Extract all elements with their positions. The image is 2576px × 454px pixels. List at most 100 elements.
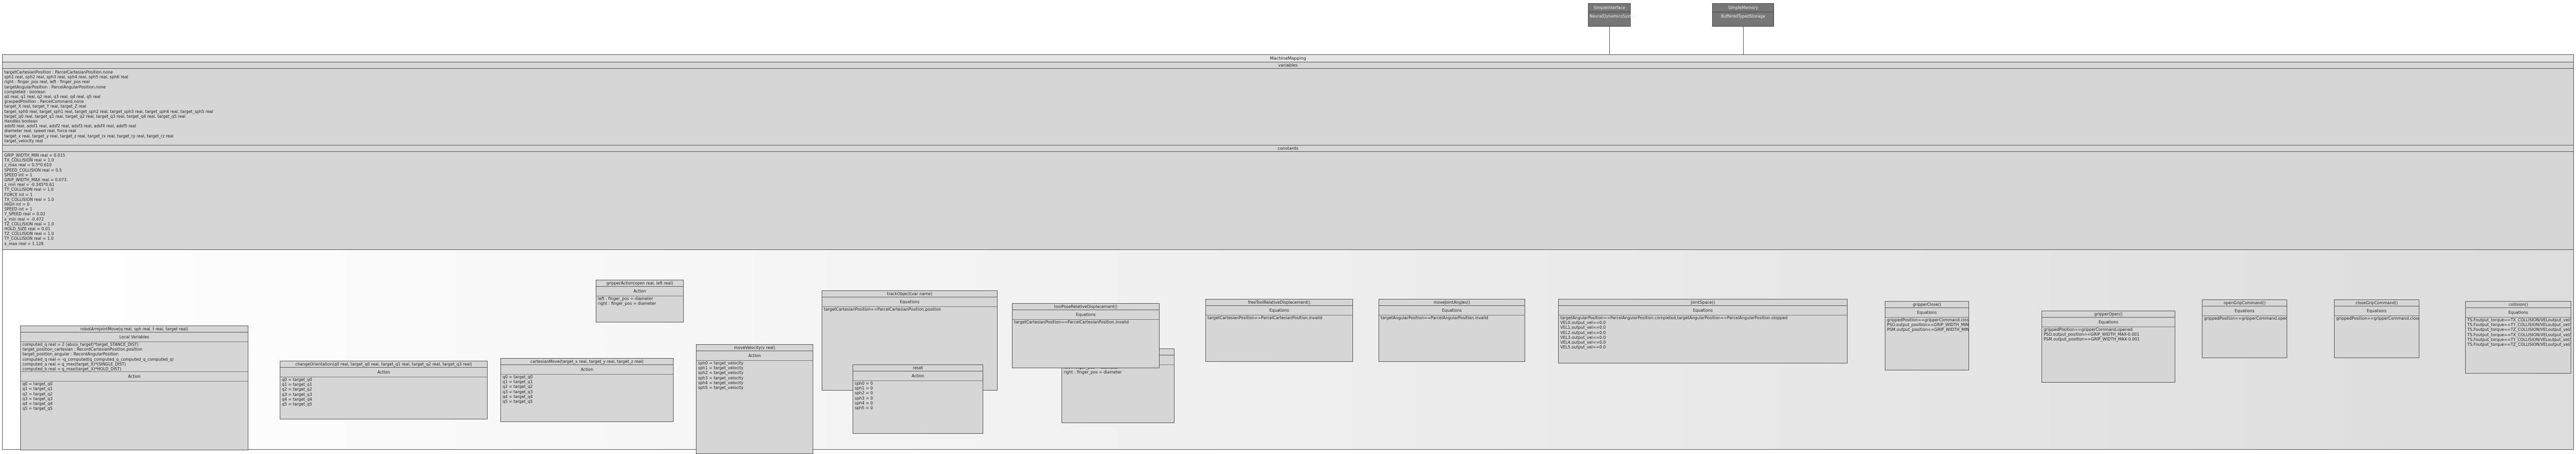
operation-box: gripperClose() Equations grippedPosition==… bbox=[1885, 301, 1969, 370]
operation-section-label: Action bbox=[21, 371, 248, 382]
declaration-line: right : finger_pos real, left : finger_p… bbox=[4, 79, 90, 85]
declaration-line: GRIP_WIDTH_MIN real = 0.015 bbox=[4, 153, 66, 158]
operation-line: sph2 = target_velocity bbox=[698, 370, 744, 376]
declaration-line: target_X real, target_Y real, target_Z r… bbox=[4, 104, 86, 109]
operation-box: moveVelocity(v real) Action sph0 = target_… bbox=[696, 344, 813, 454]
declaration-line: target_x real, target_y real, target_z r… bbox=[4, 133, 174, 139]
operation-line: PSO.output_position==GRIP_WIDTH_MIN+0.00… bbox=[1887, 322, 1969, 328]
connector-line bbox=[1743, 27, 1744, 54]
operation-line: targetCartesianPosition==ParcelCartesian… bbox=[1014, 320, 1129, 325]
operation-section-label: Action bbox=[280, 368, 487, 377]
declaration-line: x_max real = 1.128 bbox=[4, 241, 44, 246]
declaration-line: SPEED int = 1 bbox=[4, 172, 33, 177]
declaration-line: SPEED int = 1 bbox=[4, 207, 33, 212]
operation-line: q5 = target_q5 bbox=[503, 399, 533, 404]
operation-line: sph4 = target_velocity bbox=[698, 380, 744, 385]
operation-line: q0 = target_q0 bbox=[22, 382, 53, 387]
operation-line: right : finger_pos = diameter bbox=[1064, 370, 1122, 375]
operation-section-label: Action bbox=[853, 371, 983, 381]
operation-title: gripperOpen() bbox=[2042, 311, 2175, 318]
declaration-line: graspedPosition : ParcelCommand.none bbox=[4, 99, 84, 104]
operation-line: PSM.output_position==GRIP_WIDTH_MIN+0.00… bbox=[1887, 327, 1969, 333]
operation-section-label: Equations bbox=[2202, 306, 2287, 316]
operation-title: JointSpace() bbox=[1559, 299, 1847, 306]
declaration-line: Y_SPEED real = 0.02 bbox=[4, 212, 46, 217]
declaration-line: TX_COLLISION real = 1.0 bbox=[4, 197, 54, 202]
operation-title: moveVelocity(v real) bbox=[696, 345, 813, 351]
operation-line: TS.Foutput_torque==TX_COLLISION/VELoutpu… bbox=[2467, 318, 2571, 322]
declaration-line: TZ_COLLISION real = 1.0 bbox=[4, 221, 54, 226]
declaration-line: GRIP_WIDTH_MAX real = 0.073 bbox=[4, 177, 67, 183]
operation-line: TS.Foutput_torque==TZ_COLLISION/VELoutpu… bbox=[2467, 342, 2571, 347]
declaration-line: Handles boolean bbox=[4, 119, 38, 124]
declaration-line: targetCartesianPosition : ParcelCartesia… bbox=[4, 70, 113, 75]
operation-line: q1 = target_q1 bbox=[22, 386, 53, 392]
declaration-line: x_min real = -0.472 bbox=[4, 216, 44, 222]
external-title: SimpleMemory bbox=[1713, 4, 1773, 12]
operation-line: sph5 = 0 bbox=[855, 406, 873, 411]
operation-section-label: Action bbox=[696, 351, 813, 361]
declaration-line: HIGH int = 0 bbox=[4, 202, 30, 207]
operation-line: VEL1.output_vel==0.0 bbox=[1560, 325, 1606, 330]
operation-line: q5 = target_q5 bbox=[22, 406, 53, 411]
operation-box: moveJointAngles() Equations targetAngularP… bbox=[1379, 299, 1525, 362]
operation-line: VEL0.output_vel==0.0 bbox=[1560, 320, 1606, 326]
variables-section: targetCartesianPosition : ParcelCartesia… bbox=[3, 69, 2573, 145]
declaration-line: diameter real, speed real, force real bbox=[4, 128, 76, 134]
constants-section: GRIP_WIDTH_MIN real = 0.015 TX_COLLISION … bbox=[3, 152, 2573, 250]
operation-section-label: Equations bbox=[1379, 306, 1525, 315]
operation-line: right : finger_pos = diameter bbox=[598, 301, 656, 306]
operation-box: gripperAction(open real, left real) Actio… bbox=[596, 280, 684, 322]
operation-title: changeOrientation(q0 real, target_q0 rea… bbox=[280, 361, 487, 368]
operation-section-label: Local Variables bbox=[21, 333, 248, 342]
operation-box: openGripCommand() Equations grippedPositio… bbox=[2202, 299, 2287, 358]
constants-title: constants bbox=[1277, 146, 1299, 151]
operation-line: q3 = target_q3 bbox=[22, 396, 53, 401]
operation-section-label: Equations bbox=[1559, 306, 1847, 315]
operation-line: sph0 = 0 bbox=[855, 381, 873, 386]
operation-box: reset Action sph0 = 0 sph1 = 0 sph2 = 0 sph3 … bbox=[853, 364, 983, 434]
declaration-line: SPEED_COLLISION real = 0.5 bbox=[4, 167, 62, 173]
operation-box: JointSpace() Equations targetAngularPositi… bbox=[1558, 299, 1848, 363]
operation-line: grippedPosition==gripperCommand.close bbox=[2336, 316, 2419, 321]
operation-title: cartesianMove(target_x real, target_y re… bbox=[501, 359, 673, 365]
operation-box: gripperOpen() Equations grippedPosition==g… bbox=[2042, 311, 2175, 383]
operation-line: sph2 = 0 bbox=[855, 391, 873, 396]
operation-section-label: Equations bbox=[1206, 306, 1352, 315]
operation-title: gripperClose() bbox=[1885, 302, 1969, 308]
operation-line: TS.Foutput_torque==TZ_COLLISION/VELoutpu… bbox=[2467, 327, 2571, 333]
operation-section-label: Action bbox=[501, 365, 673, 375]
declaration-line: target_sph0 real, target_sph1 real, targ… bbox=[4, 109, 213, 114]
declaration-line: target_velocity real bbox=[4, 138, 43, 143]
operation-box: robotArmJointMove(q real, sph real, t re… bbox=[20, 326, 248, 450]
operation-section-label: Equations bbox=[822, 297, 997, 307]
declaration-line: target_q0 real, target_q1 real, target_q… bbox=[4, 114, 185, 119]
operation-line: computed_a real = q_max(target_X)*(SINGL… bbox=[22, 361, 126, 367]
module-container: MachineMapping variables targetCartesian… bbox=[2, 54, 2574, 454]
operation-line: grippedPosition==gripperCommand.closed bbox=[1887, 318, 1969, 322]
variables-header: variables bbox=[3, 62, 2573, 69]
operation-line: q1 = target_q1 bbox=[503, 379, 533, 385]
declaration-line: completed : boolean bbox=[4, 89, 46, 94]
operation-line: q4 = target_q4 bbox=[22, 401, 53, 407]
operation-section-label: Equations bbox=[2042, 318, 2175, 327]
operation-box: toolPoseRelativeDisplacement() Equations t… bbox=[1012, 303, 1160, 368]
operation-line: target_position_cartesian : RecordCartes… bbox=[22, 347, 143, 352]
operation-line: q3 = target_q3 bbox=[503, 389, 533, 394]
declaration-line: FORCE int = 1 bbox=[4, 192, 33, 197]
operation-box: collision() Equations TS.Foutput_torque==T… bbox=[2465, 301, 2571, 374]
operation-line: q0 = target_q0 bbox=[282, 377, 312, 382]
external-subtitle: BufferedTypedStorage bbox=[1721, 14, 1765, 19]
operation-line: TS.Foutput_torque==TX_COLLISION/VELoutpu… bbox=[2467, 332, 2571, 337]
operation-box: changeOrientation(q0 real, target_q0 rea… bbox=[280, 361, 488, 419]
operation-line: q4 = target_q4 bbox=[282, 396, 312, 402]
operation-section-label: Equations bbox=[2466, 308, 2571, 318]
declaration-line: q0 real, q1 real, q2 real, q3 real, q4 r… bbox=[4, 94, 101, 100]
operation-line: sph0 = target_velocity bbox=[698, 361, 744, 366]
operation-line: q4 = target_q4 bbox=[503, 394, 533, 399]
operation-line: q5 = target_q5 bbox=[282, 402, 312, 407]
operation-box: closeGripCommand() Equations grippedPositi… bbox=[2334, 299, 2419, 358]
operation-line: PSM.output_position==GRIP_WIDTH_MAX-0.00… bbox=[2044, 337, 2140, 342]
operation-line: computed_b real = q_max(target_X)*HOLD_D… bbox=[22, 367, 121, 372]
external-box-interface: SimpleInterface NeuralDynamicsSystem bbox=[1588, 3, 1638, 27]
